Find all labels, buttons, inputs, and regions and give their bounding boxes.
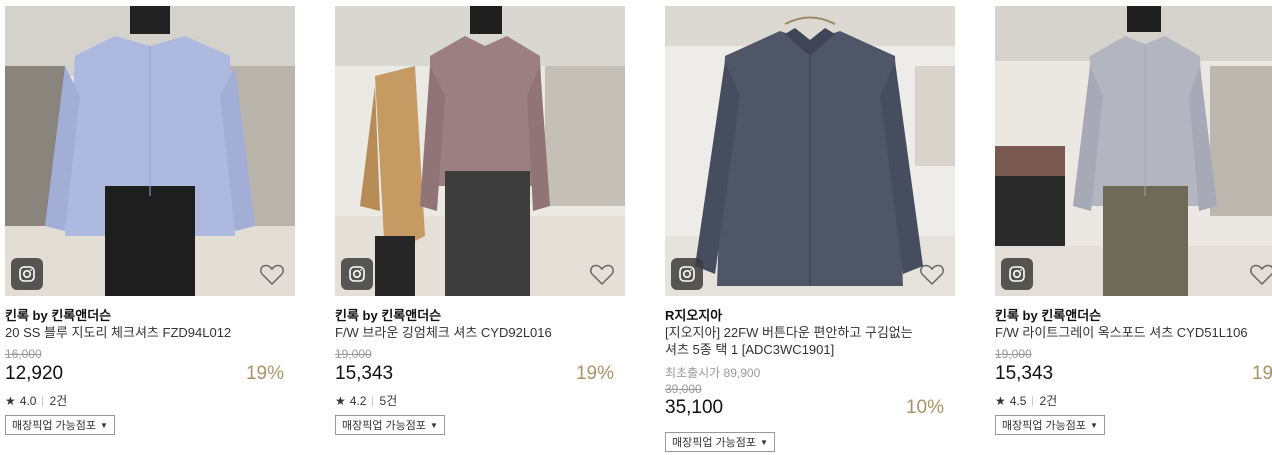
rating: ★ 4.2 5건	[335, 392, 397, 409]
original-price: 39,000	[665, 382, 702, 396]
discount-rate: 10%	[905, 397, 944, 418]
sale-price: 35,100	[665, 397, 724, 418]
product-image[interactable]	[335, 6, 625, 296]
brand-name[interactable]: 킨록 by 킨록앤더슨	[335, 305, 441, 324]
store-pickup-dropdown[interactable]: 매장픽업 가능점포 ▼	[995, 415, 1105, 435]
product-card[interactable]: 킨록 by 킨록앤더슨 F/W 브라운 깅엄체크 셔츠 CYD92L016 19…	[330, 0, 630, 455]
discount-rate: 19%	[1251, 363, 1272, 384]
original-price: 19,000	[335, 347, 372, 361]
wishlist-heart-icon[interactable]	[1249, 262, 1272, 286]
divider	[372, 395, 374, 406]
product-title[interactable]: 20 SS 블루 지도리 체크셔츠 FZD94L012	[5, 324, 265, 341]
instagram-icon[interactable]	[11, 258, 43, 290]
rating: ★ 4.0 2건	[5, 392, 67, 409]
star-icon: ★	[995, 393, 1006, 408]
instagram-icon[interactable]	[671, 258, 703, 290]
product-card[interactable]: R지오지아 [지오지아] 22FW 버튼다운 편안하고 구김없는 셔츠 5종 택…	[660, 0, 960, 455]
product-card[interactable]: 킨록 by 킨록앤더슨 20 SS 블루 지도리 체크셔츠 FZD94L012 …	[0, 0, 300, 455]
brand-name[interactable]: R지오지아	[665, 305, 722, 324]
caret-down-icon: ▼	[430, 420, 438, 430]
star-icon: ★	[335, 393, 346, 408]
original-price: 19,000	[995, 347, 1032, 361]
rating-value: 4.0	[19, 393, 37, 408]
brand-name[interactable]: 킨록 by 킨록앤더슨	[5, 305, 111, 324]
discount-rate: 19%	[245, 363, 284, 384]
brand-name[interactable]: 킨록 by 킨록앤더슨	[995, 305, 1101, 324]
review-count: 2건	[1039, 394, 1058, 408]
rating-value: 4.2	[349, 393, 367, 408]
pickup-label: 매장픽업 가능점포	[12, 420, 97, 432]
review-count: 5건	[379, 394, 398, 408]
caret-down-icon: ▼	[760, 437, 768, 447]
pickup-label: 매장픽업 가능점포	[1002, 420, 1087, 432]
instagram-icon[interactable]	[341, 258, 373, 290]
product-image[interactable]	[5, 6, 295, 296]
store-pickup-dropdown[interactable]: 매장픽업 가능점포 ▼	[665, 432, 775, 452]
caret-down-icon: ▼	[100, 420, 108, 430]
star-icon: ★	[5, 393, 16, 408]
divider	[1032, 395, 1034, 406]
discount-rate: 19%	[575, 363, 614, 384]
pickup-label: 매장픽업 가능점포	[342, 420, 427, 432]
wishlist-heart-icon[interactable]	[919, 262, 945, 286]
wishlist-heart-icon[interactable]	[589, 262, 615, 286]
product-title[interactable]: F/W 브라운 깅엄체크 셔츠 CYD92L016	[335, 324, 595, 341]
wishlist-heart-icon[interactable]	[259, 262, 285, 286]
instagram-icon[interactable]	[1001, 258, 1033, 290]
product-title[interactable]: F/W 라이트그레이 옥스포드 셔츠 CYD51L106	[995, 324, 1255, 341]
product-card[interactable]: 킨록 by 킨록앤더슨 F/W 라이트그레이 옥스포드 셔츠 CYD51L106…	[990, 0, 1272, 455]
store-pickup-dropdown[interactable]: 매장픽업 가능점포 ▼	[335, 415, 445, 435]
review-count: 2건	[49, 394, 68, 408]
rating: ★ 4.5 2건	[995, 392, 1057, 409]
store-pickup-dropdown[interactable]: 매장픽업 가능점포 ▼	[5, 415, 115, 435]
caret-down-icon: ▼	[1090, 420, 1098, 430]
sale-price: 15,343	[335, 363, 394, 384]
rating-value: 4.5	[1009, 393, 1027, 408]
sale-price: 15,343	[995, 363, 1054, 384]
product-image[interactable]	[995, 6, 1272, 296]
product-image[interactable]	[665, 6, 955, 296]
launch-price: 최초출시가 89,900	[665, 366, 761, 380]
product-title[interactable]: [지오지아] 22FW 버튼다운 편안하고 구김없는 셔츠 5종 택 1 [AD…	[665, 324, 925, 358]
sale-price: 12,920	[5, 363, 64, 384]
pickup-label: 매장픽업 가능점포	[672, 437, 757, 449]
divider	[42, 395, 44, 406]
original-price: 16,000	[5, 347, 42, 361]
